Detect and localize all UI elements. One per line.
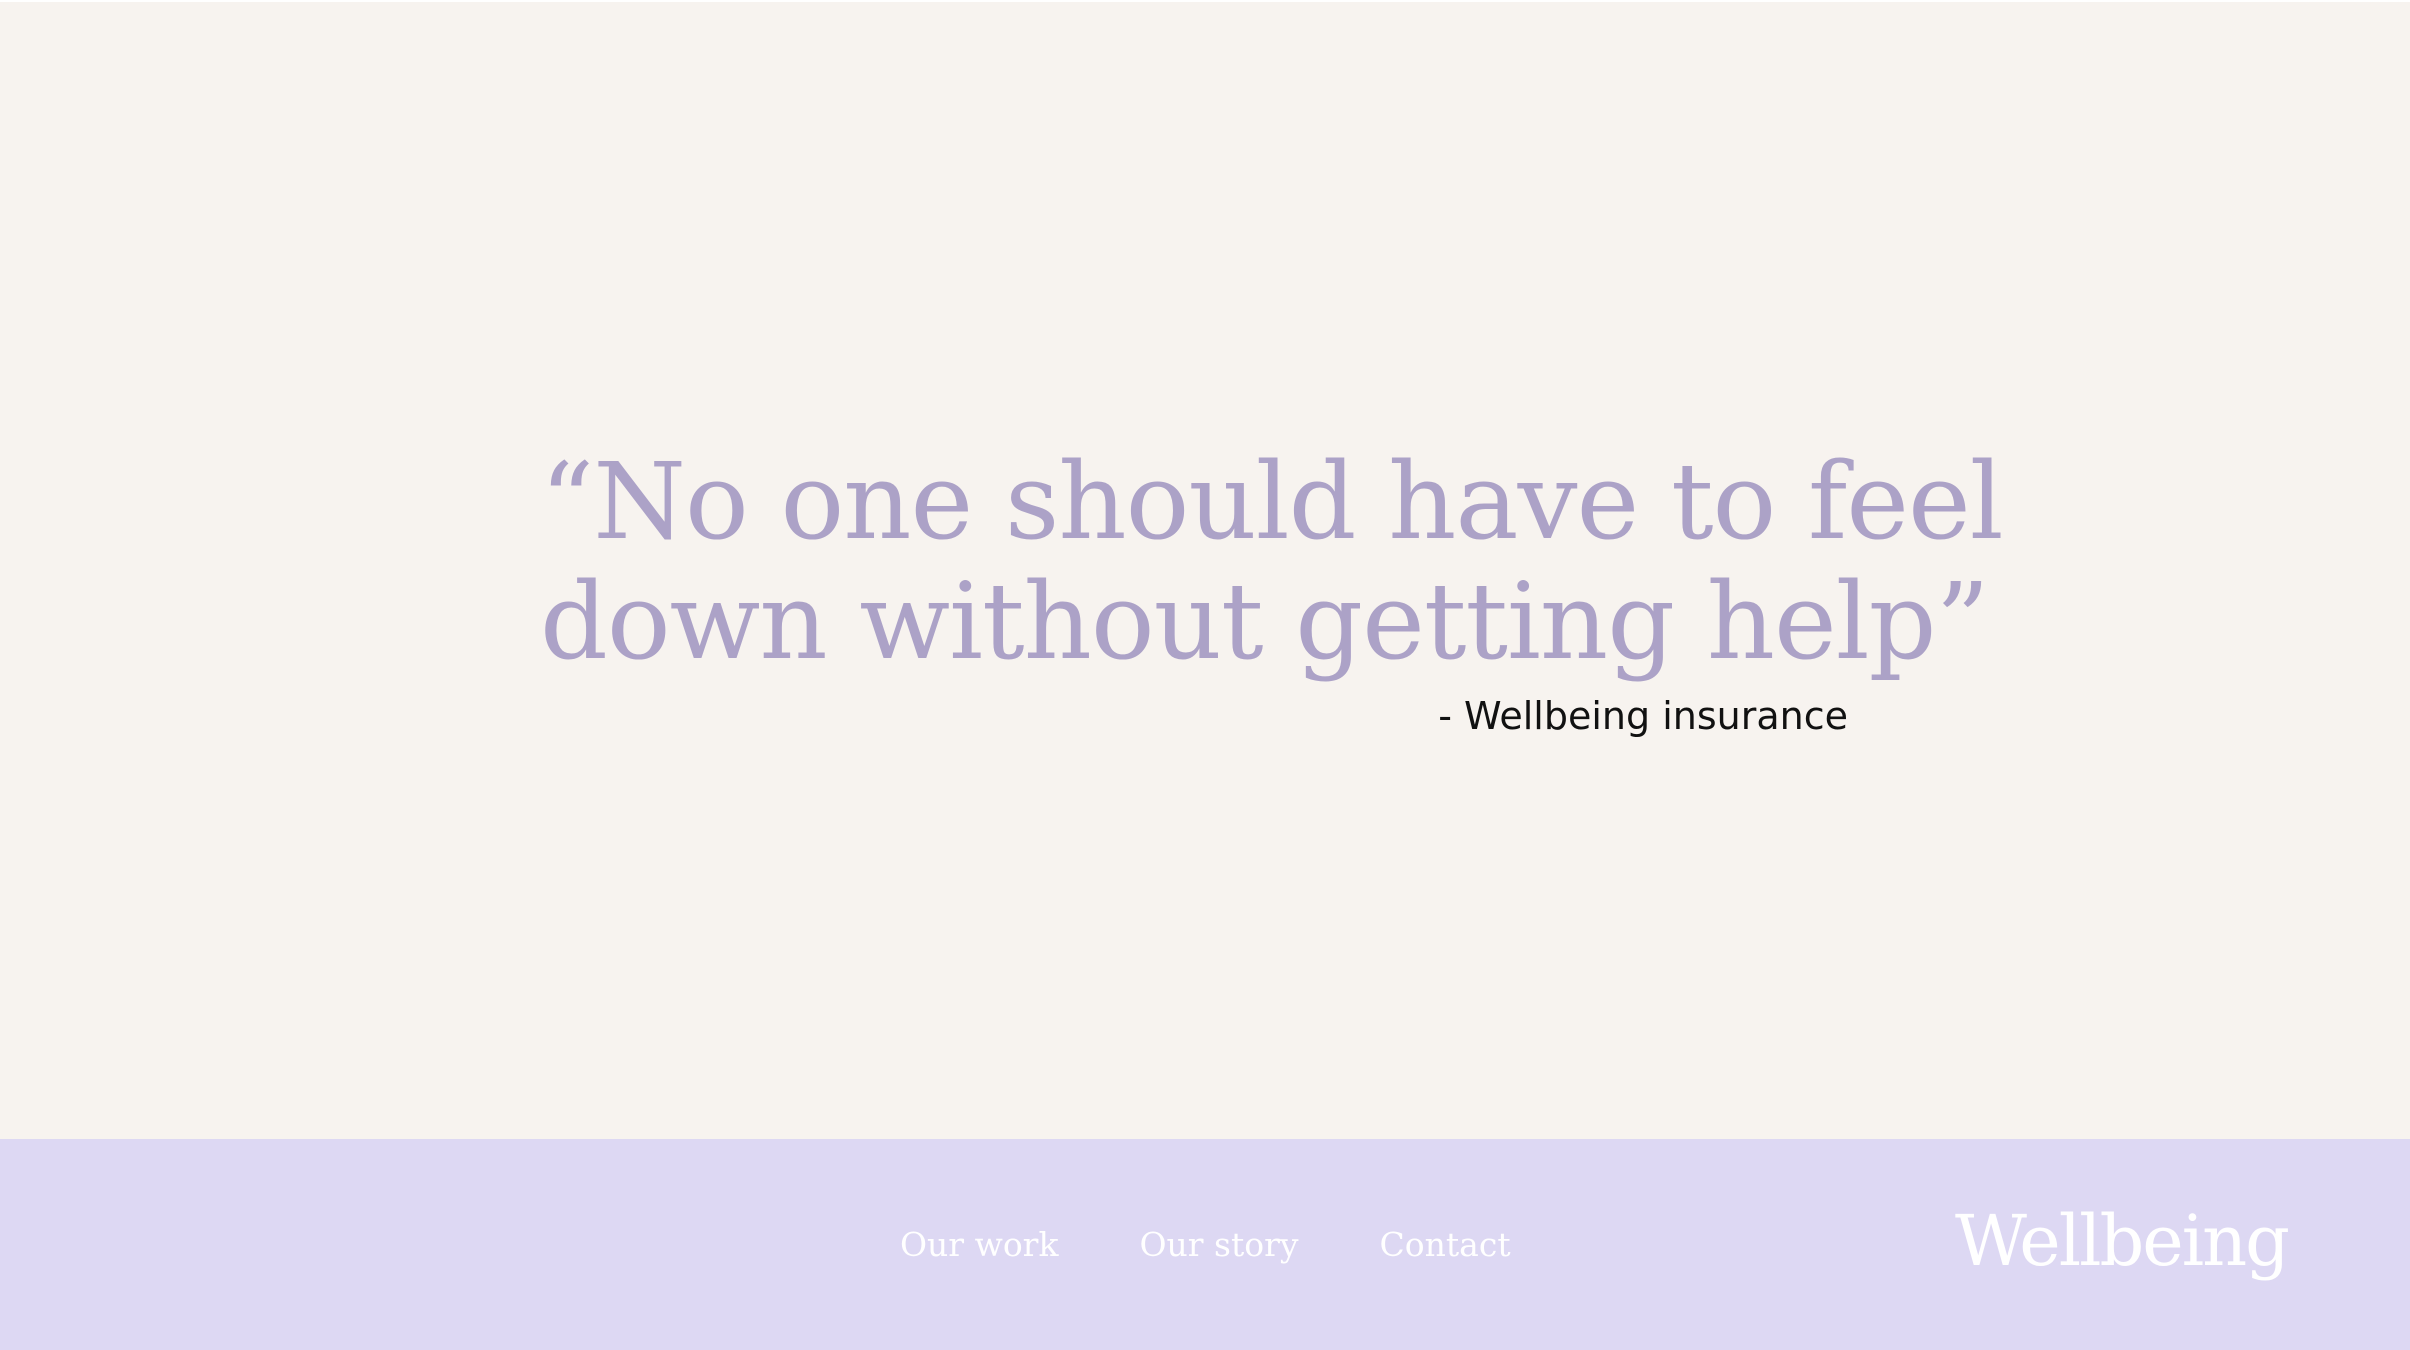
quote-section: “No one should have to feel down without… xyxy=(0,2,2410,1138)
quote-line-1: “No one should have to feel xyxy=(540,440,2004,563)
brand-logo[interactable]: Wellbeing xyxy=(1955,1196,2290,1286)
footer-nav: Our work Our story Contact xyxy=(880,1139,1572,1350)
quote-block: “No one should have to feel down without… xyxy=(540,440,2004,740)
quote-line-2: down without getting help” xyxy=(540,560,1990,683)
nav-link-contact[interactable]: Contact xyxy=(1360,1217,1531,1272)
footer: Our work Our story Contact Wellbeing xyxy=(0,1139,2410,1350)
quote-attribution: - Wellbeing insurance xyxy=(1438,694,1848,738)
nav-link-our-story[interactable]: Our story xyxy=(1119,1217,1318,1272)
nav-link-our-work[interactable]: Our work xyxy=(880,1217,1078,1272)
